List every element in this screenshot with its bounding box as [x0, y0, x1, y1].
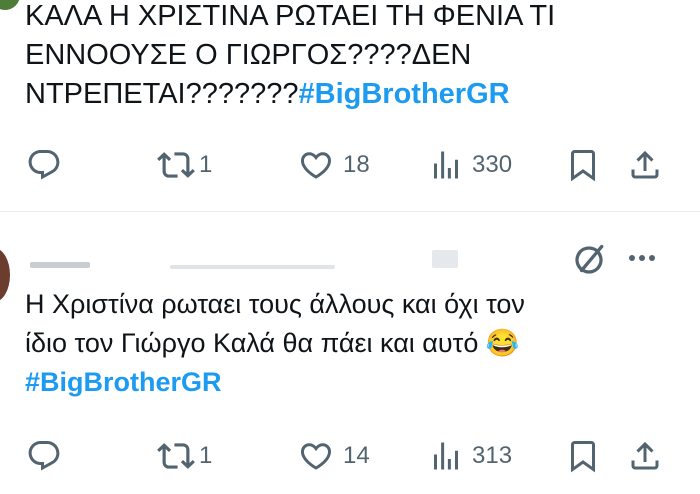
views-icon — [434, 442, 458, 470]
tweet2-text: Η Χριστίνα ρωταει τους άλλους και όχι το… — [25, 285, 525, 402]
bookmark-button[interactable] — [565, 145, 601, 185]
tweet2-hashtag[interactable]: #BigBrotherGR — [25, 363, 525, 402]
redacted-username[interactable] — [30, 262, 90, 268]
reply-button[interactable] — [26, 145, 71, 185]
tweet1-text-line: ΚΑΛΑ Η ΧΡΙΣΤΙΝΑ ΡΩΤΑΕΙ ΤΗ ΦΕΝΙΑ ΤΙ — [25, 0, 556, 32]
reply-button[interactable] — [26, 436, 71, 476]
tweet2-text-line: ίδιο τον Γιώργο Καλά θα πάει και αυτό 😂 — [25, 324, 525, 363]
more-icon — [629, 255, 635, 261]
tweet2-avatar[interactable] — [0, 248, 10, 302]
tweet-divider — [0, 211, 700, 212]
retweet-count: 1 — [199, 442, 213, 469]
grok-icon — [575, 244, 604, 274]
views-button[interactable]: 313 — [428, 436, 512, 476]
like-count: 18 — [343, 151, 370, 178]
share-button[interactable] — [627, 145, 663, 185]
retweet-count: 1 — [199, 151, 213, 178]
more-icon — [639, 255, 645, 261]
views-icon — [434, 151, 458, 179]
tweet1-actions: 1 18 330 — [0, 145, 700, 185]
reply-icon — [28, 441, 60, 471]
grok-button[interactable] — [571, 240, 607, 280]
share-button[interactable] — [627, 436, 663, 476]
tweet1-hashtag[interactable]: #BigBrotherGR — [299, 78, 510, 110]
tweet2-actions: 1 14 313 — [0, 436, 700, 476]
bookmark-button[interactable] — [565, 436, 601, 476]
laughing-emoji: 😂 — [485, 328, 520, 358]
tweet1-text-line: ΝΤΡΕΠΕΤΑΙ???????#BigBrotherGR — [25, 75, 555, 114]
retweet-button[interactable]: 1 — [157, 145, 212, 185]
heart-icon — [300, 443, 332, 470]
retweet-icon — [157, 443, 195, 469]
tweet1-text-fragment: ΝΤΡΕΠΕΤΑΙ??????? — [25, 78, 299, 110]
views-count: 330 — [472, 151, 513, 178]
heart-icon — [300, 152, 332, 179]
tweet2-text-line: Η Χριστίνα ρωταει τους άλλους και όχι το… — [25, 289, 525, 319]
share-icon — [631, 441, 659, 470]
tweet1-avatar[interactable] — [0, 0, 20, 10]
redacted-handle[interactable] — [170, 265, 335, 269]
retweet-button[interactable]: 1 — [157, 436, 212, 476]
more-button[interactable] — [629, 255, 655, 261]
like-button[interactable]: 18 — [298, 145, 370, 185]
bookmark-icon — [571, 150, 595, 182]
more-icon — [649, 255, 655, 261]
bookmark-icon — [571, 441, 595, 473]
views-button[interactable]: 330 — [428, 145, 512, 185]
tweet2-text-fragment: ίδιο τον Γιώργο Καλά θα πάει και αυτό — [25, 328, 479, 358]
retweet-icon — [157, 152, 195, 178]
views-count: 313 — [472, 442, 513, 469]
tweet1-text-line: ΕΝΝΟΟΥΣΕ Ο ΓΙΩΡΓΟΣ????ΔΕΝ — [25, 39, 472, 71]
like-count: 14 — [343, 442, 370, 469]
share-icon — [631, 150, 659, 179]
reply-icon — [28, 150, 60, 180]
tweet1-text: ΚΑΛΑ Η ΧΡΙΣΤΙΝΑ ΡΩΤΑΕΙ ΤΗ ΦΕΝΙΑ ΤΙ ΕΝΝΟΟ… — [25, 0, 555, 114]
like-button[interactable]: 14 — [298, 436, 370, 476]
redacted-time[interactable] — [432, 250, 458, 268]
